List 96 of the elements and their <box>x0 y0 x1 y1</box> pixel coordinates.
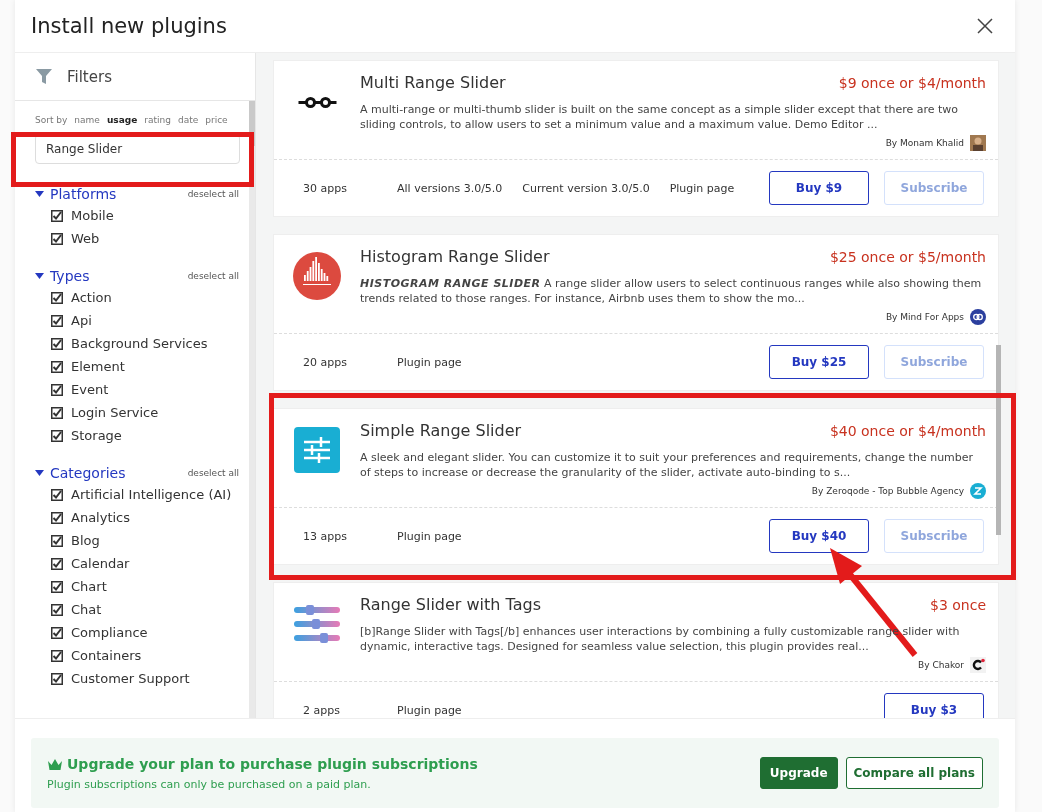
checkbox[interactable] <box>51 557 63 570</box>
scrollbar-thumb[interactable] <box>996 345 1001 535</box>
checkbox[interactable] <box>51 672 63 685</box>
plugin-title: Simple Range Slider <box>360 421 522 440</box>
checkbox[interactable] <box>51 383 63 396</box>
rings-icon <box>970 309 986 325</box>
caret-icon <box>35 191 44 197</box>
sort-option[interactable]: price <box>205 115 228 125</box>
deselect-all-link[interactable]: deselect all <box>187 468 239 478</box>
plugin-description: HISTOGRAM RANGE SLIDER A range slider allow users to select continuous ranges while also showing them trends related to those ranges. For instance, Airbnb uses them to show the mo... <box>360 276 983 306</box>
checkbox[interactable] <box>51 534 63 547</box>
sliders-icon <box>292 425 342 475</box>
checkbox[interactable] <box>51 209 63 222</box>
plugin-link[interactable]: Plugin page <box>669 181 735 195</box>
plugin-author: By Mind For Apps <box>885 312 964 322</box>
avatar-icon <box>970 135 986 151</box>
checkbox[interactable] <box>51 429 63 442</box>
checkbox[interactable] <box>51 360 63 373</box>
caret-icon <box>35 470 44 476</box>
deselect-all-link[interactable]: deselect all <box>187 189 239 199</box>
plugin-price: $3 once <box>930 597 986 613</box>
apps-count: 13 apps <box>303 529 348 543</box>
filter-option: Containers <box>71 648 142 663</box>
upgrade-title: Upgrade your plan to purchase plugin subscriptions <box>67 755 478 772</box>
filter-option: Background Services <box>71 336 208 351</box>
plugin-link[interactable]: Plugin page <box>397 355 462 369</box>
checkbox[interactable] <box>51 337 63 350</box>
plugin-author: By Zeroqode - Top Bubble Agency <box>811 486 964 496</box>
filter-option: Login Service <box>71 405 159 420</box>
deselect-all-link[interactable]: deselect all <box>187 271 239 281</box>
compare-plans-button[interactable]: Compare all plans <box>845 757 983 789</box>
checkbox[interactable] <box>51 291 63 304</box>
filter-option: Chat <box>71 602 102 617</box>
plugin-price: $9 once or $4/month <box>838 75 986 91</box>
checkbox[interactable] <box>51 649 63 662</box>
histogram-icon <box>292 251 342 301</box>
filter-option: Chart <box>71 579 107 594</box>
apps-count: 20 apps <box>303 355 348 369</box>
c-logo-icon <box>970 657 986 673</box>
plugin-description: A sleek and elegant slider. You can customize it to suit your preferences and requirements, change the number of steps to increase or decrease the granularity of the slider, activate auto-binding to s... <box>360 450 975 480</box>
checkbox[interactable] <box>51 626 63 639</box>
apps-count: 2 apps <box>303 703 341 717</box>
buy-button[interactable]: Buy $25 <box>769 345 869 379</box>
caret-icon <box>35 273 44 279</box>
filter-option: Element <box>71 359 125 374</box>
filter-option: Analytics <box>71 510 131 525</box>
plugin-link[interactable]: Current version 3.0/5.0 <box>522 181 650 195</box>
filter-option: Artificial Intelligence (AI) <box>71 487 232 502</box>
section-toggle[interactable]: Types <box>35 268 90 284</box>
buy-button[interactable]: Buy $9 <box>769 171 869 205</box>
filter-option: Customer Support <box>71 671 190 686</box>
slider-icon <box>297 97 338 108</box>
filter-option: Mobile <box>71 208 114 223</box>
checkbox[interactable] <box>51 603 63 616</box>
plugin-price: $25 once or $5/month <box>829 249 986 265</box>
buy-button[interactable]: Buy $40 <box>769 519 869 553</box>
checkbox[interactable] <box>51 232 63 245</box>
filters-title: Filters <box>67 67 112 86</box>
sort-option[interactable]: usage <box>106 115 138 125</box>
checkbox[interactable] <box>51 488 63 501</box>
checkbox[interactable] <box>51 406 63 419</box>
filter-option: Blog <box>71 533 100 548</box>
checkbox[interactable] <box>51 580 63 593</box>
plugin-title: Multi Range Slider <box>360 73 506 92</box>
dialog-title: Install new plugins <box>31 14 227 38</box>
upgrade-subtitle: Plugin subscriptions can only be purchased on a paid plan. <box>47 777 372 791</box>
apps-count: 30 apps <box>303 181 348 195</box>
section-toggle[interactable]: Categories <box>35 465 126 481</box>
buy-button[interactable]: Buy $3 <box>884 693 984 718</box>
filter-option: Api <box>71 313 92 328</box>
plugin-title: Range Slider with Tags <box>360 595 541 614</box>
plugin-link[interactable]: All versions 3.0/5.0 <box>397 181 503 195</box>
upgrade-button[interactable]: Upgrade <box>759 757 838 789</box>
sort-option[interactable]: date <box>177 115 199 125</box>
filter-option: Web <box>71 231 100 246</box>
filter-option: Calendar <box>71 556 130 571</box>
plugin-link[interactable]: Plugin page <box>397 529 462 543</box>
sort-option[interactable]: name <box>74 115 100 125</box>
sort-label: Sort by <box>35 115 68 125</box>
section-toggle[interactable]: Platforms <box>35 186 117 202</box>
plugin-author: By Chakor <box>918 660 964 670</box>
plugin-link[interactable]: Plugin page <box>397 703 462 717</box>
plugin-author: By Monam Khalid <box>885 138 964 148</box>
zigzag-icon <box>970 483 986 499</box>
sort-option[interactable]: rating <box>144 115 171 125</box>
filter-option: Compliance <box>71 625 148 640</box>
filter-option: Event <box>71 382 109 397</box>
plugin-description: A multi-range or multi-thumb slider is built on the same concept as a simple slider except that there are two sliding controls, to allow users to set a minimum value and a maximum value. Demo Editor ... <box>360 102 960 132</box>
filter-option: Storage <box>71 428 122 443</box>
plugin-price: $40 once or $4/month <box>829 423 986 439</box>
scrollbar-thumb[interactable] <box>249 101 255 146</box>
plugin-title: Histogram Range Slider <box>360 247 550 266</box>
checkbox[interactable] <box>51 314 63 327</box>
filter-icon <box>35 67 53 86</box>
checkbox[interactable] <box>51 511 63 524</box>
filter-option: Action <box>71 290 112 305</box>
